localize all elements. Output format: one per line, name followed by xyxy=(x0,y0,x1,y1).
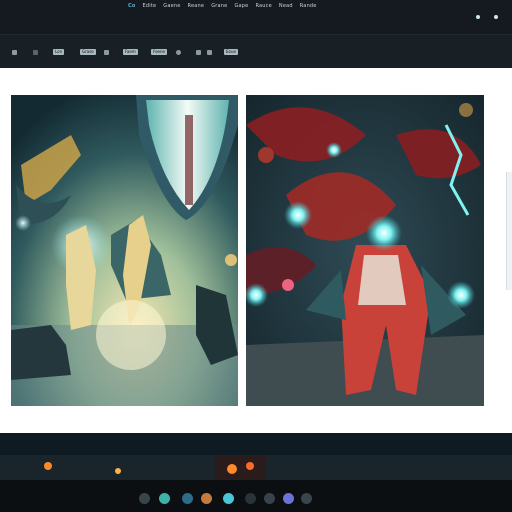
menu-item-4[interactable]: Grane xyxy=(211,3,227,9)
sidebar-toggle-icon[interactable] xyxy=(12,49,17,55)
menu-item-7[interactable]: Nead xyxy=(279,3,293,9)
toolbar-item-grase[interactable]: Grase xyxy=(80,49,96,55)
grid-icon[interactable] xyxy=(196,49,201,55)
scroll-edge[interactable] xyxy=(506,172,512,290)
taskbar-icon-3[interactable] xyxy=(182,493,193,504)
menu-item-6[interactable]: Rauce xyxy=(255,3,271,9)
taskbar-icon-7[interactable] xyxy=(264,493,275,504)
toolbar-item-eoue[interactable]: Eoue xyxy=(224,49,238,55)
artwork-left[interactable] xyxy=(11,95,238,406)
list-icon[interactable] xyxy=(207,49,212,55)
taskbar-icon-8[interactable] xyxy=(283,493,294,504)
taskbar-icon-2[interactable] xyxy=(159,493,170,504)
title-bar: Co Edite Gaene Reane Grane Gape Rauce Ne… xyxy=(0,0,512,34)
taskbar-icon-9[interactable] xyxy=(301,493,312,504)
refresh-icon[interactable] xyxy=(176,49,181,55)
minimize-icon[interactable] xyxy=(476,15,480,19)
menu-item-5[interactable]: Gape xyxy=(234,3,248,9)
window-controls xyxy=(476,15,498,19)
taskbar xyxy=(0,480,512,512)
canvas xyxy=(0,68,512,433)
toolbar-item-lon[interactable]: Lon xyxy=(53,49,65,55)
filmstrip xyxy=(0,433,512,480)
toolbar-item-faem[interactable]: Faem xyxy=(123,49,138,55)
taskbar-icon-5[interactable] xyxy=(223,493,234,504)
artwork-right[interactable] xyxy=(246,95,484,406)
taskbar-icon-4[interactable] xyxy=(201,493,212,504)
taskbar-icon-1[interactable] xyxy=(139,493,150,504)
filter-icon[interactable] xyxy=(104,49,109,55)
menu-item-2[interactable]: Gaene xyxy=(163,3,180,9)
menu-bar: Co Edite Gaene Reane Grane Gape Rauce Ne… xyxy=(128,3,317,9)
taskbar-icon-6[interactable] xyxy=(245,493,256,504)
menu-item-8[interactable]: Rande xyxy=(300,3,317,9)
back-icon[interactable] xyxy=(33,49,38,55)
toolbar: Lon Grase Faem Feene Eoue xyxy=(0,34,512,68)
menu-item-3[interactable]: Reane xyxy=(188,3,205,9)
close-icon[interactable] xyxy=(494,15,498,19)
app-logo[interactable]: Co xyxy=(128,3,136,9)
toolbar-item-feene[interactable]: Feene xyxy=(151,49,167,55)
menu-item-1[interactable]: Edite xyxy=(143,3,157,9)
